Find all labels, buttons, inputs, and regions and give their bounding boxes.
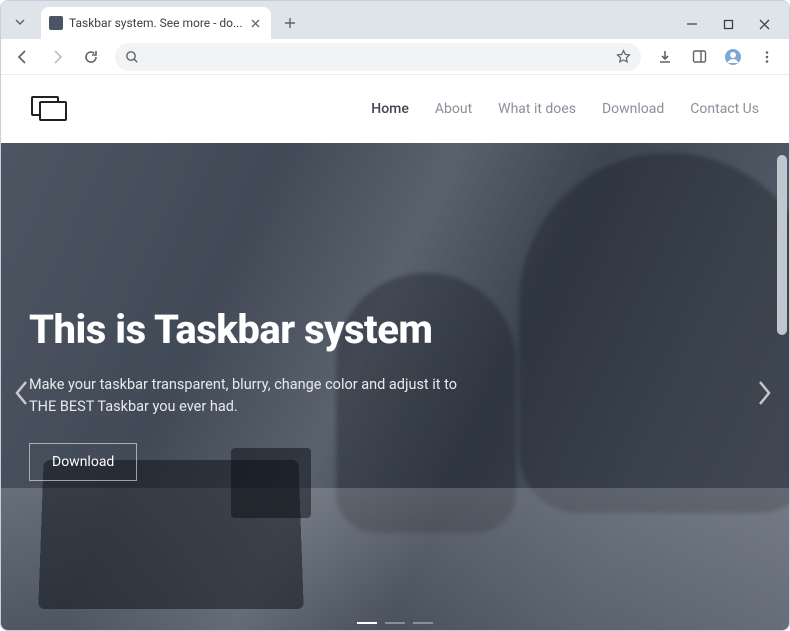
forward-button[interactable] [43,43,71,71]
page-viewport: Home About What it does Download Contact… [1,75,789,630]
vertical-scrollbar[interactable] [777,155,787,335]
nav-contact-us[interactable]: Contact Us [690,101,759,117]
carousel-next-icon[interactable] [753,378,775,408]
window-maximize-icon[interactable] [719,15,737,33]
hero-title: This is Taskbar system [29,308,749,352]
tab-close-icon[interactable] [249,16,263,30]
browser-toolbar [1,39,789,75]
profile-button[interactable] [719,43,747,71]
tab-favicon-icon [49,16,63,30]
nav-download[interactable]: Download [602,101,664,117]
back-button[interactable] [9,43,37,71]
browser-tab[interactable]: Taskbar system. See more - do... [41,7,271,39]
window-close-icon[interactable] [755,15,773,33]
nav-home[interactable]: Home [371,101,409,117]
site-info-icon[interactable] [125,50,139,64]
address-bar[interactable] [115,43,641,71]
primary-nav: Home About What it does Download Contact… [371,101,759,117]
carousel-dot[interactable] [357,622,377,624]
downloads-button[interactable] [651,43,679,71]
carousel-dot[interactable] [385,622,405,624]
tab-strip: Taskbar system. See more - do... [1,1,789,39]
bookmark-star-icon[interactable] [616,49,631,64]
tab-search-dropdown[interactable] [9,11,31,33]
site-logo-icon[interactable] [31,96,69,122]
side-panel-button[interactable] [685,43,713,71]
hero-section: This is Taskbar system Make your taskbar… [1,143,789,630]
nav-about[interactable]: About [435,101,472,117]
window-minimize-icon[interactable] [683,15,701,33]
reload-button[interactable] [77,43,105,71]
nav-what-it-does[interactable]: What it does [498,101,576,117]
hero-subtitle: Make your taskbar transparent, blurry, c… [29,374,459,419]
carousel-dots [357,622,433,624]
new-tab-button[interactable] [277,10,303,36]
carousel-dot[interactable] [413,622,433,624]
site-header: Home About What it does Download Contact… [1,75,789,143]
tab-title: Taskbar system. See more - do... [69,16,243,30]
hero-download-button[interactable]: Download [29,443,137,481]
menu-button[interactable] [753,43,781,71]
